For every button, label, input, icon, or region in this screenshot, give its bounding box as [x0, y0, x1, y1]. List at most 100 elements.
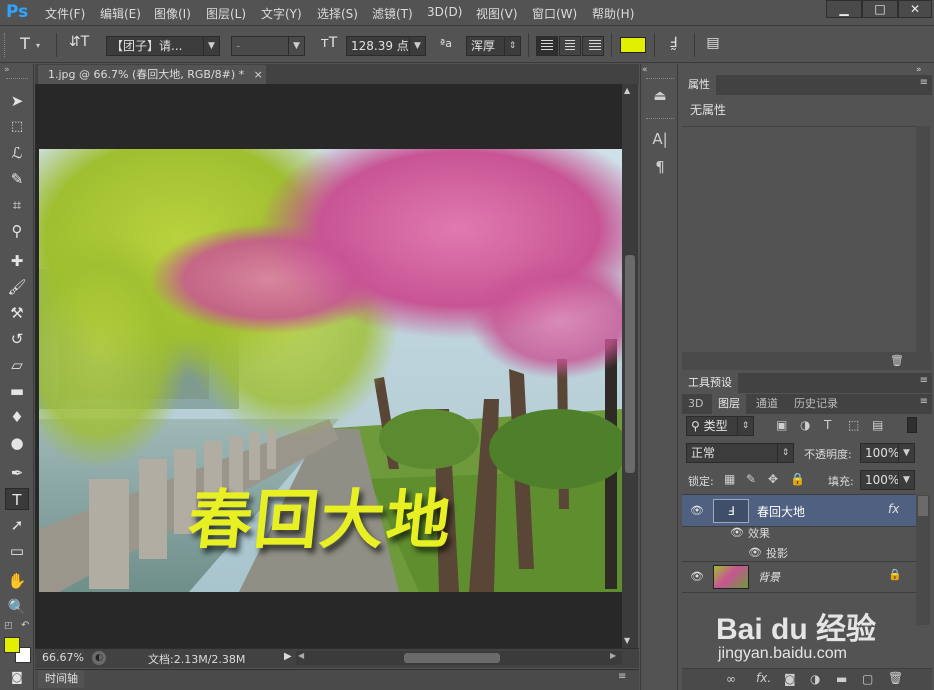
share-icon[interactable]: ◐ [92, 651, 106, 665]
quick-mask-icon[interactable]: ◙ [5, 666, 29, 688]
font-size-select[interactable]: 128.39 点 ▼ [346, 36, 426, 56]
zoom-level[interactable]: 66.67% [42, 651, 84, 664]
character-panel-icon[interactable]: A| [650, 130, 670, 148]
preset-arrow-icon[interactable]: ▾ [36, 41, 40, 50]
font-style-select[interactable]: - ▼ [231, 36, 305, 56]
lock-pixels-icon[interactable]: ✎ [746, 472, 756, 486]
layer-name[interactable]: 背景 [758, 569, 780, 585]
timeline-tab[interactable]: 时间轴 [38, 670, 84, 688]
lock-position-icon[interactable]: ✥ [768, 472, 778, 486]
move-tool-icon[interactable]: ➤ [5, 90, 29, 112]
healing-brush-tool-icon[interactable]: ✚ [5, 250, 29, 272]
close-tab-icon[interactable]: × [254, 68, 263, 81]
canvas-text-layer[interactable]: 春回大地 [184, 469, 458, 561]
dock-grip[interactable] [646, 78, 674, 79]
link-layers-icon[interactable]: ∞ [726, 672, 736, 686]
menu-3d[interactable]: 3D(D) [427, 5, 462, 19]
horizontal-scroll-thumb[interactable] [404, 653, 500, 663]
menu-help[interactable]: 帮助(H) [592, 5, 634, 22]
rectangle-tool-icon[interactable]: ▭ [5, 540, 29, 562]
filter-shape-icon[interactable]: ⬚ [848, 418, 859, 432]
align-center-button[interactable] [559, 36, 581, 56]
filter-pixel-icon[interactable]: ▣ [776, 418, 787, 432]
fx-icon[interactable]: fx [888, 502, 899, 516]
fill-input[interactable]: 100% ▼ [860, 470, 915, 490]
effect-item-row[interactable]: 👁 投影 [682, 542, 916, 562]
opacity-input[interactable]: 100% ▼ [860, 443, 915, 463]
menu-select[interactable]: 选择(S) [317, 5, 358, 22]
history-brush-tool-icon[interactable]: ↺ [5, 328, 29, 350]
toolbar-grip[interactable] [6, 78, 28, 79]
menu-type[interactable]: 文字(Y) [261, 5, 302, 22]
pen-tool-icon[interactable]: ✒ [5, 462, 29, 484]
menu-window[interactable]: 窗口(W) [532, 5, 577, 22]
quick-select-tool-icon[interactable]: ✎ [5, 168, 29, 190]
swap-colors-icon[interactable]: ↶ [21, 620, 29, 631]
filter-type-icon[interactable]: T [824, 418, 831, 432]
panel-menu-icon[interactable]: ≡ [920, 375, 928, 386]
menu-filter[interactable]: 滤镜(T) [372, 5, 413, 22]
hand-tool-icon[interactable]: ✋ [5, 570, 29, 592]
type-tool-icon[interactable]: T [5, 488, 29, 510]
filter-smart-object-icon[interactable]: ▤ [872, 418, 883, 432]
tool-presets-tab[interactable]: 工具预设 [682, 373, 738, 393]
lock-all-icon[interactable]: 🔒 [790, 472, 805, 486]
vertical-scroll-thumb[interactable] [625, 255, 635, 473]
new-group-icon[interactable]: ▬ [836, 672, 847, 686]
warp-text-icon[interactable]: Ⅎ̰ [662, 35, 684, 57]
add-mask-icon[interactable]: ◙ [784, 672, 796, 686]
eye-icon[interactable]: 👁 [690, 504, 704, 517]
scroll-right-icon[interactable]: ▶ [610, 651, 616, 660]
dodge-tool-icon[interactable]: ● [5, 432, 29, 454]
eraser-tool-icon[interactable]: ▱ [5, 354, 29, 376]
tab-history[interactable]: 历史记录 [788, 394, 844, 414]
maximize-button[interactable]: □ [862, 0, 898, 18]
text-color-swatch[interactable] [620, 37, 646, 53]
trash-icon[interactable]: 🗑 [890, 354, 904, 367]
add-style-icon[interactable]: fx. [756, 671, 771, 685]
scroll-down-icon[interactable]: ▼ [624, 636, 630, 645]
panel-menu-icon[interactable]: ≡ [920, 396, 928, 407]
collapse-panels-icon[interactable]: » [916, 65, 922, 75]
zoom-tool-icon[interactable]: 🔍 [5, 596, 29, 618]
new-layer-icon[interactable]: ▢ [862, 672, 873, 686]
panel-menu-icon[interactable]: ≡ [920, 77, 928, 88]
filter-adjustment-icon[interactable]: ◑ [800, 418, 810, 432]
lasso-tool-icon[interactable]: ℒ [5, 142, 29, 164]
path-select-tool-icon[interactable]: ➚ [5, 514, 29, 536]
layer-filter-select[interactable]: ⚲ 类型 ⇕ [686, 416, 754, 436]
history-panel-icon[interactable]: ⏏ [650, 88, 670, 104]
adjustment-layer-icon[interactable]: ◑ [810, 672, 820, 686]
crop-tool-icon[interactable]: ⌗ [5, 194, 29, 216]
scroll-left-icon[interactable]: ◀ [298, 651, 304, 660]
layer-row-background[interactable]: 👁 背景 🔒 [682, 561, 916, 593]
character-panel-icon[interactable]: ▤ [702, 35, 724, 57]
layer-name[interactable]: 春回大地 [757, 503, 805, 520]
tab-channels[interactable]: 通道 [750, 394, 784, 414]
toggle-orientation-icon[interactable]: ⇵T [68, 34, 90, 56]
align-right-button[interactable] [582, 36, 604, 56]
canvas-image[interactable]: 春回大地 [39, 149, 622, 592]
blend-mode-select[interactable]: 正常 ⇕ [686, 443, 794, 463]
eye-icon[interactable]: 👁 [690, 570, 704, 583]
align-left-button[interactable] [536, 36, 558, 56]
filter-toggle[interactable] [907, 417, 917, 433]
scroll-up-icon[interactable]: ▲ [624, 86, 630, 95]
paragraph-panel-icon[interactable]: ¶ [650, 158, 670, 176]
properties-tab[interactable]: 属性 [682, 75, 716, 95]
tab-layers[interactable]: 图层 [712, 394, 746, 414]
tab-3d[interactable]: 3D [682, 394, 709, 414]
brush-tool-icon[interactable]: 🖌 [5, 276, 29, 298]
menu-image[interactable]: 图像(I) [154, 5, 191, 22]
properties-scrollbar[interactable] [916, 126, 930, 352]
gradient-tool-icon[interactable]: ▬ [5, 380, 29, 402]
collapse-icon[interactable]: » [4, 65, 10, 75]
panel-menu-icon[interactable]: ≡ [618, 671, 626, 682]
blur-tool-icon[interactable]: ♦ [5, 406, 29, 428]
menu-layer[interactable]: 图层(L) [206, 5, 246, 22]
document-tab[interactable]: 1.jpg @ 66.7% (春回大地, RGB/8#) * × [38, 65, 266, 84]
menu-view[interactable]: 视图(V) [476, 5, 518, 22]
trash-icon[interactable]: 🗑 [888, 671, 903, 685]
default-colors-icon[interactable]: ◰ [4, 621, 13, 631]
close-window-button[interactable]: ✕ [898, 0, 932, 18]
